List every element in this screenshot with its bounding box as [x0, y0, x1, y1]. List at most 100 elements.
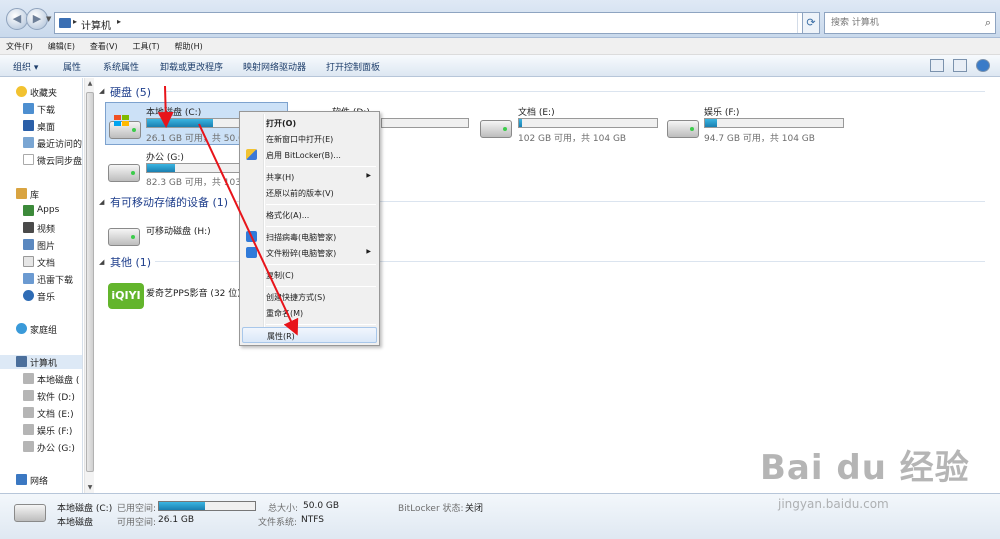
drive-name: 本地磁盘 (C:): [146, 108, 202, 118]
drive-name: 办公 (G:): [146, 153, 184, 163]
sidebar-item-desktop[interactable]: 桌面: [0, 119, 82, 133]
sidebar-item-computer[interactable]: 计算机: [0, 355, 82, 369]
menu-file[interactable]: 文件(F): [0, 38, 39, 55]
shield-icon: [246, 149, 257, 160]
search-icon[interactable]: ⌕: [985, 16, 991, 30]
forward-button[interactable]: ▶: [26, 8, 48, 30]
sidebar-item-drive-c[interactable]: 本地磁盘 (: [0, 372, 82, 386]
menu-view[interactable]: 查看(V): [84, 38, 124, 55]
menu-item-open-new-window[interactable]: 在新窗口中打开(E): [242, 131, 377, 147]
network-icon: [16, 474, 27, 485]
video-icon: [23, 222, 34, 233]
breadcrumb[interactable]: ▸ 计算机 ▸ ▼: [54, 12, 814, 34]
organize-button[interactable]: 组织 ▾: [13, 60, 38, 73]
properties-button[interactable]: 属性: [63, 60, 81, 73]
library-icon: [16, 188, 27, 199]
recent-pages-dropdown[interactable]: ▼: [46, 15, 51, 23]
search-input[interactable]: [831, 14, 971, 32]
sidebar-item-weiyun[interactable]: 微云同步盘: [0, 153, 82, 167]
sidebar-item-documents[interactable]: 文档: [0, 255, 82, 269]
collapse-icon[interactable]: ◢: [99, 258, 104, 266]
sidebar-item-apps[interactable]: Apps: [0, 204, 82, 218]
menu-item-copy[interactable]: 复制(C): [242, 267, 377, 283]
drive-f[interactable]: 娱乐 (F:) 94.7 GB 可用，共 104 GB: [665, 102, 850, 145]
drive-usage-bar: [518, 118, 658, 128]
watermark-url: jingyan.baidu.com: [778, 497, 889, 511]
details-total-value: 50.0 GB: [303, 501, 340, 511]
collapse-icon[interactable]: ◢: [99, 198, 104, 206]
scroll-down-arrow[interactable]: ▼: [86, 484, 94, 491]
menu-item-rename[interactable]: 重命名(M): [242, 305, 377, 321]
menu-item-properties[interactable]: 属性(R): [242, 327, 377, 343]
sidebar-item-libraries[interactable]: 库: [0, 187, 82, 201]
sidebar-scrollbar[interactable]: ▲ ▼: [84, 78, 94, 493]
details-drive-name: 本地磁盘 (C:): [57, 504, 113, 514]
sidebar-item-music[interactable]: 音乐: [0, 289, 82, 303]
hard-drive-icon: [14, 504, 46, 522]
sidebar-item-drive-e[interactable]: 文档 (E:): [0, 406, 82, 420]
sidebar-item-network[interactable]: 网络: [0, 473, 82, 487]
hard-drive-icon: [23, 424, 34, 435]
refresh-button[interactable]: ⟳: [802, 12, 820, 34]
desktop-icon: [23, 120, 34, 131]
scroll-up-arrow[interactable]: ▲: [86, 80, 94, 87]
details-free-label: 可用空间:: [117, 518, 157, 528]
group-removable[interactable]: 有可移动存储的设备 (1): [110, 194, 228, 210]
scrollbar-thumb[interactable]: [86, 92, 94, 472]
menu-tools[interactable]: 工具(T): [126, 38, 165, 55]
menu-item-format[interactable]: 格式化(A)...: [242, 207, 377, 223]
collapse-icon[interactable]: ◢: [99, 87, 104, 95]
menu-separator: [266, 166, 376, 167]
usage-fill: [159, 502, 206, 510]
menu-item-open[interactable]: 打开(O): [242, 115, 377, 131]
pictures-icon: [23, 239, 34, 250]
hard-drive-icon: [667, 120, 699, 138]
sidebar-item-pictures[interactable]: 图片: [0, 238, 82, 252]
sidebar-item-drive-g[interactable]: 办公 (G:): [0, 440, 82, 454]
system-properties-button[interactable]: 系统属性: [103, 60, 139, 73]
menu-item-restore-versions[interactable]: 还原以前的版本(V): [242, 185, 377, 201]
menu-help[interactable]: 帮助(H): [169, 38, 209, 55]
map-network-drive-button[interactable]: 映射网络驱动器: [243, 60, 306, 73]
back-button[interactable]: ◀: [6, 8, 28, 30]
search-box[interactable]: ⌕: [824, 12, 996, 34]
menu-item-create-shortcut[interactable]: 创建快捷方式(S): [242, 289, 377, 305]
menu-item-scan-virus[interactable]: 扫描病毒(电脑管家): [242, 229, 377, 245]
sidebar-item-homegroup[interactable]: 家庭组: [0, 322, 82, 336]
menu-item-file-shredder[interactable]: 文件粉碎(电脑管家) ▶: [242, 245, 377, 261]
sidebar-item-drive-d[interactable]: 软件 (D:): [0, 389, 82, 403]
hard-drive-icon: [23, 390, 34, 401]
group-other[interactable]: 其他 (1): [110, 254, 151, 270]
menu-separator: [266, 324, 376, 325]
hard-drive-icon: [108, 164, 140, 182]
pc-manager-icon: [246, 231, 257, 242]
preview-pane-icon[interactable]: [953, 59, 968, 72]
breadcrumb-separator[interactable]: ▸: [73, 17, 77, 26]
drive-e[interactable]: 文档 (E:) 102 GB 可用，共 104 GB: [478, 102, 663, 145]
sidebar-item-downloads[interactable]: 下载: [0, 102, 82, 116]
sidebar-item-video[interactable]: 视频: [0, 221, 82, 235]
details-total-label: 总大小:: [268, 504, 299, 514]
menu-separator: [266, 226, 376, 227]
group-hard-disks[interactable]: 硬盘 (5): [110, 84, 151, 100]
breadcrumb-computer[interactable]: 计算机: [81, 17, 111, 32]
removable-disk-icon: [108, 228, 140, 246]
sidebar-item-xunlei[interactable]: 迅雷下载: [0, 272, 82, 286]
hard-drive-icon: [23, 373, 34, 384]
sidebar-item-drive-f[interactable]: 娱乐 (F:): [0, 423, 82, 437]
details-free-value: 26.1 GB: [158, 515, 195, 525]
sidebar-item-favorites[interactable]: 收藏夹: [0, 85, 82, 99]
breadcrumb-separator[interactable]: ▸: [117, 17, 121, 26]
apps-icon: [23, 205, 34, 216]
help-icon[interactable]: [976, 59, 990, 72]
menu-edit[interactable]: 编辑(E): [42, 38, 81, 55]
baidu-watermark: Bai du 经验 jingyan.baidu.com: [760, 440, 970, 511]
menu-item-bitlocker[interactable]: 启用 BitLocker(B)...: [242, 147, 377, 163]
control-panel-button[interactable]: 打开控制面板: [326, 60, 380, 73]
change-view-icon[interactable]: [930, 59, 945, 72]
uninstall-button[interactable]: 卸载或更改程序: [160, 60, 223, 73]
sidebar-item-recent[interactable]: 最近访问的: [0, 136, 82, 150]
menu-item-share[interactable]: 共享(H) ▶: [242, 169, 377, 185]
documents-icon: [23, 256, 34, 267]
content-pane: ◢ 硬盘 (5) 本地磁盘 (C:) 26.1 GB 可用，共 50.0 软件 …: [95, 78, 1000, 493]
